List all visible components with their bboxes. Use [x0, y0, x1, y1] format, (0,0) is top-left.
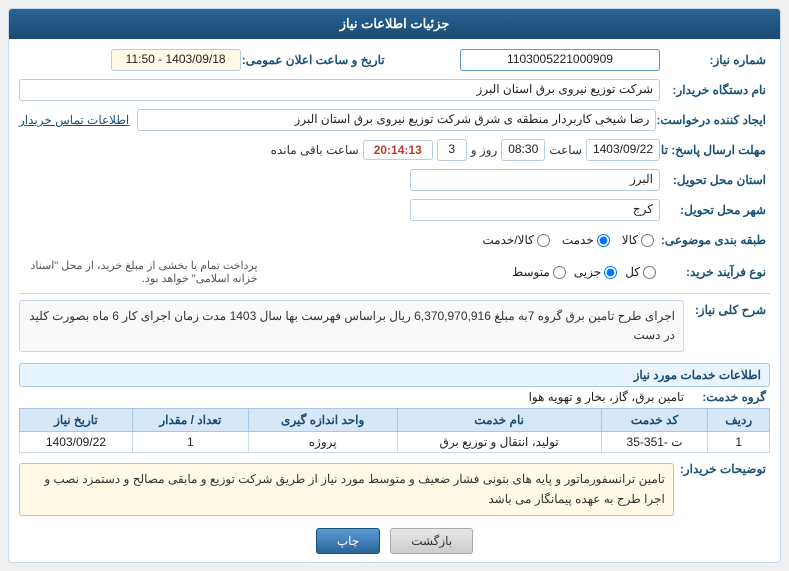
category-option-kala-khedmat[interactable]: کالا/خدمت [482, 233, 549, 247]
category-option-kala[interactable]: کالا [622, 233, 654, 247]
requester-contact-link[interactable]: اطلاعات تماس خریدار [19, 113, 129, 127]
table-row: 1ت -351-35تولید، انتقال و توزیع برقپروژه… [20, 432, 770, 453]
col-header-name: نام خدمت [397, 409, 601, 432]
days-value: 3 [437, 139, 467, 161]
city-label: شهر محل تحویل: [660, 203, 770, 217]
main-description-label: شرح کلی نیاز: [690, 300, 770, 317]
need-number-value: 1103005221000909 [460, 49, 660, 71]
divider-1 [19, 293, 770, 294]
requester-label: ایجاد کننده درخواست: [656, 113, 770, 127]
group-value: تامین برق، گاز، بخار و تهویه هوا [19, 390, 690, 404]
buyer-notes-label: توضیحات خریدار: [680, 459, 770, 476]
back-button[interactable]: بازگشت [390, 528, 473, 554]
card-header-title: جزئیات اطلاعات نیاز [9, 9, 780, 39]
need-number-label: شماره نیاز: [660, 53, 770, 67]
table-cell: 1 [132, 432, 248, 453]
buyer-label: نام دستگاه خریدار: [660, 83, 770, 97]
deadline-label: مهلت ارسال پاسخ: تا [660, 143, 770, 157]
date-value: 1403/09/18 - 11:50 [111, 49, 241, 71]
col-header-code: کد خدمت [601, 409, 708, 432]
table-cell: 1403/09/22 [20, 432, 133, 453]
process-type-group: کل جزیی متوسط پرداخت تمام یا بخشی از مبل… [19, 257, 660, 287]
process-label: نوع فرآیند خرید: [660, 265, 770, 279]
deadline-time-label: ساعت [549, 143, 582, 157]
category-radio-group: کالا خدمت کالا/خدمت [19, 233, 660, 247]
deadline-date: 1403/09/22 [586, 139, 660, 161]
buyer-notes-text: تامین ترانسفورماتور و پایه های بتونی فشا… [19, 463, 674, 515]
province-label: استان محل تحویل: [660, 173, 770, 187]
table-cell: تولید، انتقال و توزیع برق [397, 432, 601, 453]
days-label: روز و [471, 143, 498, 157]
buyer-value: شرکت توزیع نیروی برق استان البرز [19, 79, 660, 101]
col-header-unit: واحد اندازه گیری [248, 409, 397, 432]
city-value: کرج [410, 199, 660, 221]
table-cell: ت -351-35 [601, 432, 708, 453]
category-option-khedmat[interactable]: خدمت [562, 233, 610, 247]
date-label: تاریخ و ساعت اعلان عمومی: [241, 53, 391, 67]
action-buttons: بازگشت چاپ [19, 528, 770, 554]
col-header-row: ردیف [708, 409, 770, 432]
group-label: گروه خدمت: [690, 390, 770, 404]
col-header-date: تاریخ نیاز [20, 409, 133, 432]
remaining-value: 20:14:13 [363, 140, 433, 160]
table-cell: 1 [708, 432, 770, 453]
process-option-partial[interactable]: جزیی [574, 265, 617, 279]
print-button[interactable]: چاپ [316, 528, 380, 554]
province-value: البرز [410, 169, 660, 191]
main-description-text: اجرای طرح تامین برق گروه 7به مبلغ 6,370,… [19, 300, 684, 352]
services-table: ردیف کد خدمت نام خدمت واحد اندازه گیری ت… [19, 408, 770, 453]
payment-note: پرداخت تمام یا بخشی از مبلغ خرید، از محل… [19, 257, 264, 287]
process-option-all[interactable]: کل [625, 265, 656, 279]
services-section-header: اطلاعات خدمات مورد نیاز [19, 363, 770, 387]
process-option-medium[interactable]: متوسط [512, 265, 566, 279]
requester-value: رضا شیخی کاربردار منطقه ی شرق شرکت توزیع… [137, 109, 656, 131]
remaining-label: ساعت باقی مانده [271, 143, 359, 157]
deadline-time-value: 08:30 [501, 139, 545, 161]
col-header-qty: تعداد / مقدار [132, 409, 248, 432]
table-cell: پروژه [248, 432, 397, 453]
category-label: طبقه بندی موضوعی: [660, 233, 770, 247]
